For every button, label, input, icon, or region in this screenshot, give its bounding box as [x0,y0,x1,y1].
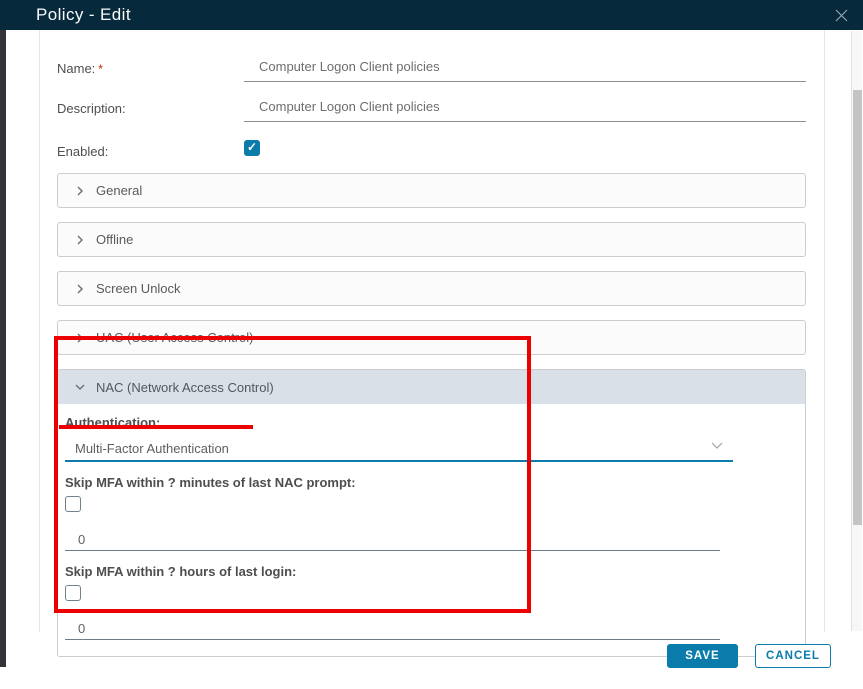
authentication-label: Authentication: [65,414,805,432]
authentication-selected-value: Multi-Factor Authentication [75,441,229,456]
dialog-body: Name:* Computer Logon Client policies De… [39,30,825,632]
section-offline[interactable]: Offline [57,222,806,257]
chevron-right-icon [75,186,85,196]
skip-mfa-minutes-checkbox[interactable]: ✓ [65,496,81,512]
skip-mfa-hours-checkbox[interactable]: ✓ [65,585,81,601]
name-row: Name:* Computer Logon Client policies [57,55,806,82]
cancel-button[interactable]: CANCEL [755,644,831,668]
section-nac: NAC (Network Access Control) Authenticat… [57,369,806,657]
dialog-title: Policy - Edit [36,5,131,25]
chevron-right-icon [75,333,85,343]
section-general[interactable]: General [57,173,806,208]
scrollbar-thumb[interactable] [853,90,862,525]
chevron-right-icon [75,235,85,245]
section-uac[interactable]: UAC (User Access Control) [57,320,806,355]
skip-mfa-hours-label: Skip MFA within ? hours of last login: [65,563,805,581]
required-asterisk: * [98,62,103,76]
chevron-right-icon [75,284,85,294]
dialog-header: Policy - Edit [0,0,863,30]
section-label: General [96,183,142,198]
section-screen-unlock[interactable]: Screen Unlock [57,271,806,306]
description-row: Description: Computer Logon Client polic… [57,95,806,122]
skip-mfa-minutes-label: Skip MFA within ? minutes of last NAC pr… [65,474,805,492]
authentication-select[interactable]: Multi-Factor Authentication [65,434,733,462]
name-label: Name:* [57,55,244,76]
chevron-down-icon [711,442,723,450]
name-label-text: Name: [57,61,95,76]
dialog-footer: SAVE CANCEL [667,644,831,668]
window-edge-strip [0,30,6,667]
section-label: Offline [96,232,133,247]
skip-mfa-minutes-input[interactable]: 0 [65,520,720,551]
save-button[interactable]: SAVE [667,644,738,668]
skip-mfa-hours-input[interactable]: 0 [65,609,720,640]
enabled-checkbox[interactable]: ✓ [244,140,260,156]
description-label: Description: [57,95,244,116]
chevron-down-icon [75,382,85,392]
section-label: Screen Unlock [96,281,181,296]
description-input[interactable]: Computer Logon Client policies [244,95,806,122]
close-icon[interactable] [828,2,854,28]
section-label: NAC (Network Access Control) [96,380,274,395]
name-input[interactable]: Computer Logon Client policies [244,55,806,82]
section-label: UAC (User Access Control) [96,330,253,345]
enabled-row: Enabled: ✓ [57,138,806,159]
nac-section-body: Authentication: Multi-Factor Authenticat… [58,404,805,656]
scrollbar-track[interactable] [851,31,862,631]
section-nac-header[interactable]: NAC (Network Access Control) [58,370,805,404]
checkmark-icon: ✓ [247,140,257,154]
enabled-label: Enabled: [57,138,244,159]
